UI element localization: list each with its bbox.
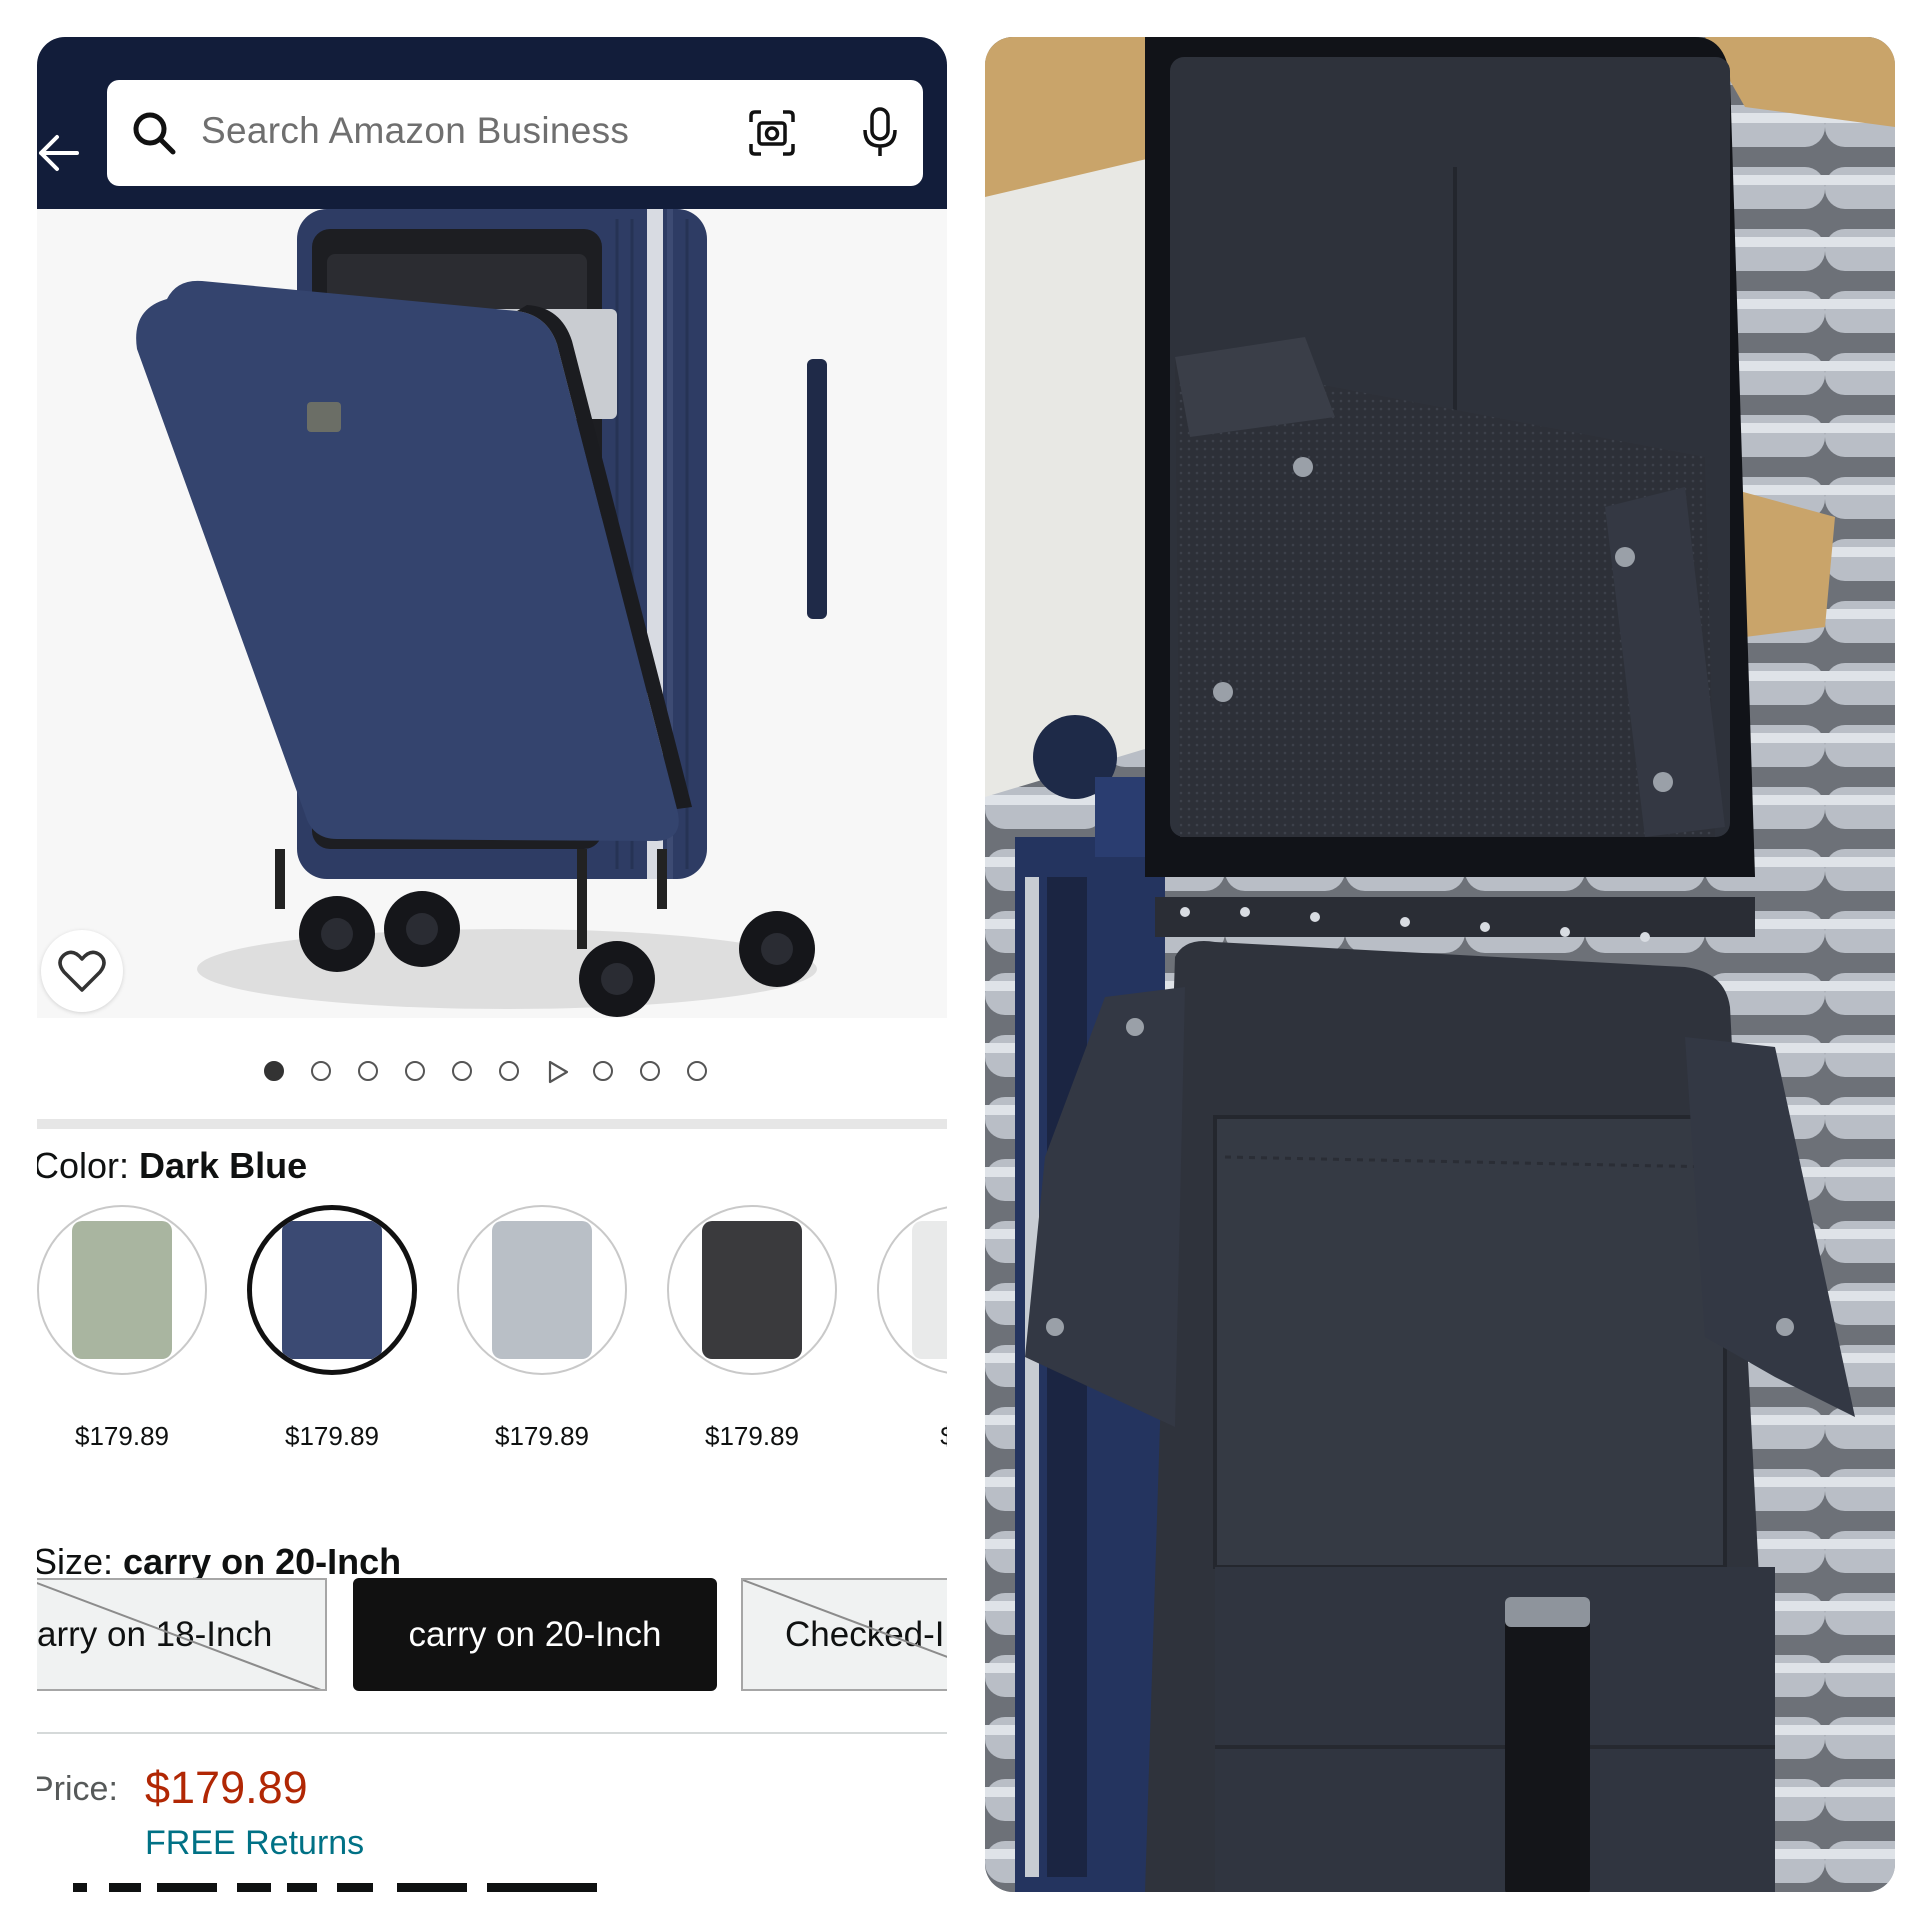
swatch-price: $179.89 bbox=[495, 1421, 589, 1451]
swatch-price: $179.89 bbox=[75, 1421, 169, 1451]
section-divider bbox=[37, 1119, 947, 1129]
unavailable-strike bbox=[37, 1581, 322, 1689]
swatch-suitcase-thumbnail bbox=[702, 1221, 802, 1359]
photo-illustration bbox=[985, 37, 1895, 1892]
price-value: $179.89 bbox=[145, 1762, 308, 1813]
unavailable-strike bbox=[743, 1580, 947, 1658]
wishlist-button[interactable] bbox=[41, 930, 123, 1012]
swatch-suitcase-thumbnail bbox=[282, 1221, 382, 1359]
color-label: Color: Dark Blue bbox=[37, 1145, 308, 1186]
section-divider bbox=[37, 1732, 947, 1734]
carousel-dot[interactable] bbox=[264, 1061, 284, 1081]
swatch-suitcase-thumbnail bbox=[492, 1221, 592, 1359]
carousel-dot[interactable] bbox=[499, 1061, 519, 1081]
color-swatch[interactable] bbox=[37, 1205, 207, 1375]
color-swatch[interactable] bbox=[877, 1205, 947, 1375]
video-play-icon[interactable] bbox=[546, 1060, 570, 1084]
carousel-dot[interactable] bbox=[311, 1061, 331, 1081]
size-option-checked[interactable]: Checked-I bbox=[741, 1578, 947, 1691]
search-bar[interactable]: Search Amazon Business bbox=[107, 80, 923, 186]
size-option-18-inch[interactable]: arry on 18-Inch bbox=[37, 1578, 327, 1691]
free-returns-link[interactable]: FREE Returns bbox=[145, 1824, 364, 1863]
cut-off-text-line bbox=[73, 1883, 597, 1892]
carousel-dot[interactable] bbox=[593, 1061, 613, 1081]
product-image[interactable] bbox=[37, 209, 947, 1018]
search-header: Search Amazon Business bbox=[37, 37, 947, 209]
search-icon bbox=[133, 112, 176, 155]
carousel-dot[interactable] bbox=[640, 1061, 660, 1081]
size-option-20-inch[interactable]: carry on 20-Inch bbox=[353, 1578, 717, 1691]
carousel-dot[interactable] bbox=[687, 1061, 707, 1081]
swatch-suitcase-thumbnail bbox=[72, 1221, 172, 1359]
color-swatch[interactable] bbox=[667, 1205, 837, 1375]
back-arrow-icon[interactable] bbox=[37, 132, 79, 174]
size-value: carry on 20-Inch bbox=[123, 1541, 402, 1582]
swatch-price: $179.89 bbox=[705, 1421, 799, 1451]
size-label: Size: carry on 20-Inch bbox=[37, 1541, 402, 1582]
microphone-icon[interactable] bbox=[855, 106, 905, 160]
color-value: Dark Blue bbox=[139, 1145, 308, 1186]
camera-icon[interactable] bbox=[747, 108, 797, 158]
color-swatch[interactable] bbox=[247, 1205, 417, 1375]
carousel-dot[interactable] bbox=[452, 1061, 472, 1081]
carousel-dot[interactable] bbox=[358, 1061, 378, 1081]
carousel-dot[interactable] bbox=[405, 1061, 425, 1081]
swatch-price: $179.89 bbox=[285, 1421, 379, 1451]
image-carousel-indicator[interactable] bbox=[37, 1060, 947, 1091]
price-label: Price: bbox=[37, 1770, 118, 1808]
amazon-product-screen: Search Amazon Business Color: Dark Blue … bbox=[37, 37, 947, 1892]
color-swatch[interactable] bbox=[457, 1205, 627, 1375]
suitcase-interior-photo bbox=[985, 37, 1895, 1892]
heart-icon bbox=[58, 950, 106, 992]
suitcase-illustration bbox=[136, 209, 827, 1017]
swatch-price: $17 bbox=[877, 1421, 947, 1452]
swatch-suitcase-thumbnail bbox=[912, 1221, 947, 1359]
search-input[interactable]: Search Amazon Business bbox=[201, 110, 629, 152]
